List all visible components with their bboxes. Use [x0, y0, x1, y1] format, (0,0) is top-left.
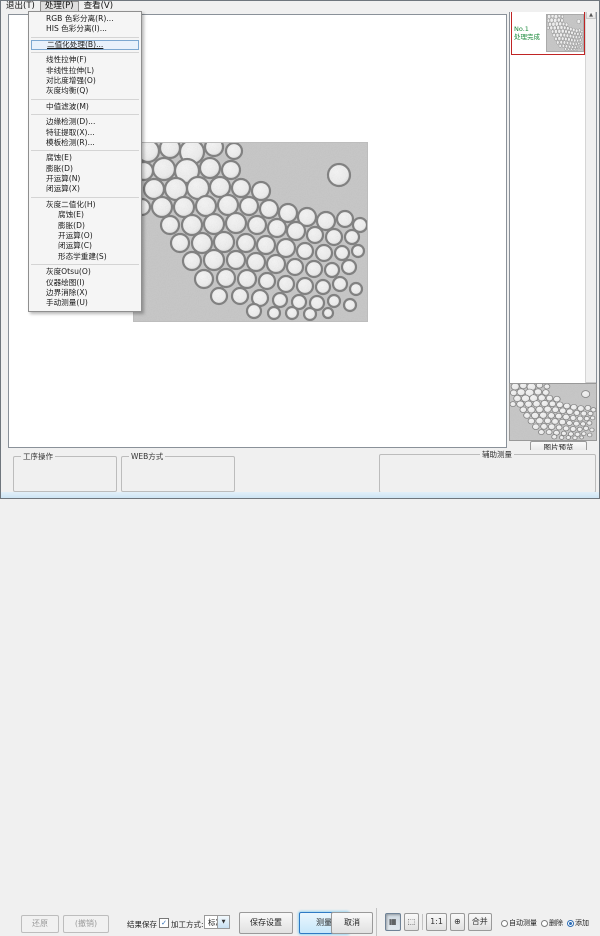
menu-item[interactable]: HIS 色彩分离(I)...: [29, 24, 141, 34]
menu-separator: [31, 197, 139, 198]
list-item-caption: No.1 处理完成: [512, 25, 546, 41]
menu-item[interactable]: 特征提取(X)...: [29, 128, 141, 138]
menu-separator: [31, 264, 139, 265]
radio-label: 删除: [549, 918, 563, 928]
menu-item[interactable]: RGB 色彩分离(R)...: [29, 14, 141, 24]
menu-separator: [31, 52, 139, 53]
radio-label: 添加: [575, 918, 589, 928]
work-mode-value: 标准: [205, 917, 217, 928]
menu-item[interactable]: 模板检测(R)...: [29, 138, 141, 148]
save-settings-button[interactable]: 保存设置: [239, 912, 293, 934]
radio-option[interactable]: 添加: [567, 918, 589, 928]
menu-separator: [31, 37, 139, 38]
image-mode-icon[interactable]: ▦: [385, 913, 401, 931]
assist-group-label: 辅助测量: [480, 450, 514, 459]
menu-item[interactable]: 边缘检测(D)...: [29, 117, 141, 127]
menu-separator: [31, 150, 139, 151]
menu-item[interactable]: 对比度增强(O): [29, 76, 141, 86]
list-item[interactable]: No.1 处理完成: [511, 11, 585, 55]
assist-radio-row: 自动测量删除添加修改: [501, 918, 593, 928]
menu-item[interactable]: 开运算(N): [29, 174, 141, 184]
radio-dot-icon: [567, 920, 574, 927]
menu-item[interactable]: 仪器绘图(I): [29, 278, 141, 288]
combo-arrow-icon[interactable]: ▼: [217, 916, 229, 928]
list-item-thumbnail: [546, 14, 584, 52]
processing-dropdown-menu: RGB 色彩分离(R)...HIS 色彩分离(I)... 二值化处理(B)... 线…: [28, 11, 142, 312]
display-group: WEB方式: [121, 456, 235, 492]
radio-dot-icon: [541, 920, 548, 927]
undo-button[interactable]: (撤销): [63, 915, 109, 933]
fit-view-icon[interactable]: ⬚: [404, 913, 420, 931]
step-group: 工序操作: [13, 456, 117, 492]
radio-label: 自动测量: [509, 918, 537, 928]
menu-item[interactable]: 线性拉伸(F): [29, 55, 141, 65]
step-group-label: 工序操作: [21, 452, 55, 461]
specimen-image[interactable]: [133, 142, 368, 322]
work-mode-combo[interactable]: 标准 ▼: [204, 915, 230, 929]
merge-button[interactable]: 合并: [468, 913, 492, 931]
menu-item[interactable]: 膨胀(D): [29, 164, 141, 174]
list-item-line2: 处理完成: [514, 33, 546, 41]
work-mode-label: 加工方式:: [171, 919, 204, 930]
icon-row-separator: [422, 914, 423, 930]
restore-button[interactable]: 还原: [21, 915, 59, 933]
one-to-one-icon[interactable]: 1:1: [426, 913, 447, 931]
save-result-label: 结果保存: [127, 919, 157, 930]
assist-icon-row: ▦⬚ 1:1⊕合并: [385, 913, 492, 931]
radio-option[interactable]: 自动测量: [501, 918, 537, 928]
display-group-label: WEB方式: [129, 452, 165, 461]
menu-item[interactable]: 形态学重建(S): [29, 252, 141, 262]
menu-separator: [31, 99, 139, 100]
menu-item[interactable]: 灰度二值化(H): [29, 200, 141, 210]
result-preview-thumbnail[interactable]: [509, 383, 597, 441]
menu-item[interactable]: 闭运算(X): [29, 184, 141, 194]
menu-item[interactable]: 边界消除(X): [29, 288, 141, 298]
bottom-toolbar: 工序操作 还原 (撤销) WEB方式 结果保存 ✓ 加工方式: 标准 ▼ 保存设…: [1, 450, 599, 493]
menu-item[interactable]: 膨胀(D): [29, 221, 141, 231]
menu-item[interactable]: 非线性拉伸(L): [29, 66, 141, 76]
image-list-panel[interactable]: No.1 处理完成 ▲ ▼: [509, 8, 597, 393]
zoom-icon[interactable]: ⊕: [450, 913, 465, 931]
menu-item[interactable]: 灰度Otsu(O): [29, 267, 141, 277]
menu-item[interactable]: 手动测量(U): [29, 298, 141, 308]
menu-item[interactable]: 闭运算(C): [29, 241, 141, 251]
assist-group: 辅助测量: [379, 454, 596, 493]
cancel-button[interactable]: 取消: [331, 912, 373, 934]
list-item-line1: No.1: [514, 25, 546, 33]
save-result-checkbox[interactable]: ✓: [159, 918, 169, 928]
menu-separator: [31, 114, 139, 115]
toolbar-separator: [376, 908, 377, 936]
menu-item[interactable]: 中值滤波(M): [29, 102, 141, 112]
menu-item[interactable]: 腐蚀(E): [29, 153, 141, 163]
list-scrollbar[interactable]: ▲ ▼: [585, 9, 596, 392]
menu-item[interactable]: 灰度均衡(Q): [29, 86, 141, 96]
menu-item[interactable]: 腐蚀(E): [29, 210, 141, 220]
menu-item[interactable]: 开运算(O): [29, 231, 141, 241]
specimen-microspheres-graphic: [134, 143, 367, 321]
radio-dot-icon: [501, 920, 508, 927]
radio-option[interactable]: 删除: [541, 918, 563, 928]
menu-item[interactable]: 二值化处理(B)...: [31, 40, 139, 50]
window-bottom-edge: [1, 492, 599, 498]
